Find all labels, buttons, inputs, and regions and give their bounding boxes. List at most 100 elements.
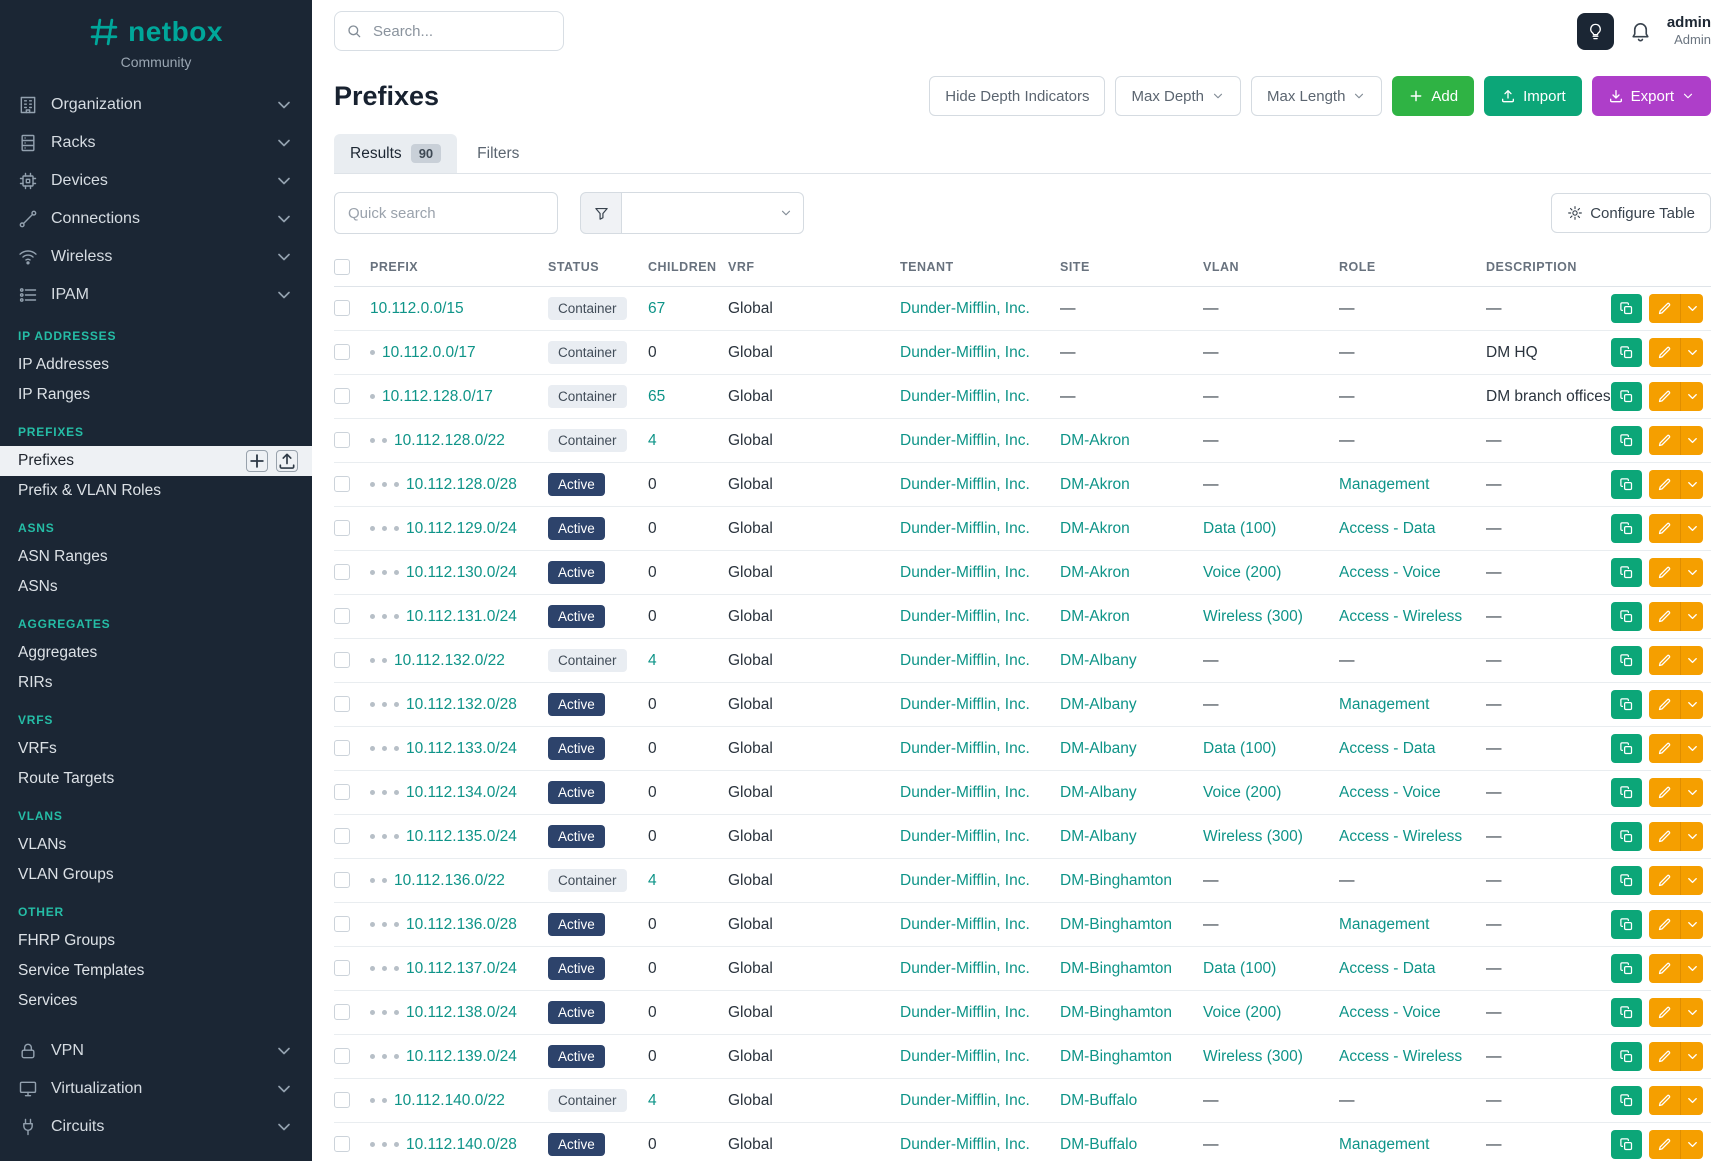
copy-button[interactable]: [1611, 778, 1642, 807]
prefix-link[interactable]: 10.112.130.0/24: [406, 564, 517, 581]
site-link[interactable]: DM-Buffalo: [1060, 1092, 1137, 1109]
site-link[interactable]: DM-Akron: [1060, 432, 1130, 449]
role-link[interactable]: Management: [1339, 476, 1429, 493]
global-search-input[interactable]: [334, 11, 564, 51]
import-button[interactable]: Import: [1484, 76, 1582, 116]
sidebar-item-prefixes[interactable]: Prefixes: [0, 446, 312, 476]
site-link[interactable]: DM-Albany: [1060, 740, 1137, 757]
edit-dropdown-button[interactable]: [1680, 1130, 1703, 1159]
role-link[interactable]: Access - Data: [1339, 960, 1435, 977]
site-link[interactable]: DM-Binghamton: [1060, 916, 1172, 933]
tenant-link[interactable]: Dunder-Mifflin, Inc.: [900, 1004, 1030, 1021]
edit-button[interactable]: [1649, 602, 1680, 631]
sidebar-item-vlans[interactable]: VLANs: [0, 830, 312, 860]
edit-button[interactable]: [1649, 954, 1680, 983]
children-count-link[interactable]: 67: [648, 300, 665, 317]
row-checkbox[interactable]: [334, 608, 350, 624]
row-checkbox[interactable]: [334, 564, 350, 580]
prefix-link[interactable]: 10.112.138.0/24: [406, 1004, 517, 1021]
edit-dropdown-button[interactable]: [1680, 514, 1703, 543]
sidebar-group-wireless[interactable]: Wireless: [0, 238, 312, 276]
edit-dropdown-button[interactable]: [1680, 778, 1703, 807]
row-checkbox[interactable]: [334, 1004, 350, 1020]
saved-filter-select[interactable]: [622, 192, 804, 234]
row-checkbox[interactable]: [334, 960, 350, 976]
tenant-link[interactable]: Dunder-Mifflin, Inc.: [900, 1048, 1030, 1065]
row-checkbox[interactable]: [334, 1136, 350, 1152]
sidebar-group-circuits[interactable]: Circuits: [0, 1108, 312, 1146]
vlan-link[interactable]: Voice (200): [1203, 784, 1281, 801]
sidebar-item-aggregates[interactable]: Aggregates: [0, 638, 312, 668]
tenant-link[interactable]: Dunder-Mifflin, Inc.: [900, 1136, 1030, 1153]
tenant-link[interactable]: Dunder-Mifflin, Inc.: [900, 740, 1030, 757]
prefix-link[interactable]: 10.112.140.0/28: [406, 1136, 517, 1153]
select-all-checkbox[interactable]: [334, 259, 350, 275]
edit-dropdown-button[interactable]: [1680, 426, 1703, 455]
edit-button[interactable]: [1649, 734, 1680, 763]
row-checkbox[interactable]: [334, 388, 350, 404]
role-link[interactable]: Management: [1339, 696, 1429, 713]
column-header-vlan[interactable]: VLAN: [1203, 248, 1339, 287]
tenant-link[interactable]: Dunder-Mifflin, Inc.: [900, 520, 1030, 537]
prefix-link[interactable]: 10.112.139.0/24: [406, 1048, 517, 1065]
copy-button[interactable]: [1611, 294, 1642, 323]
site-link[interactable]: DM-Akron: [1060, 608, 1130, 625]
prefix-link[interactable]: 10.112.131.0/24: [406, 608, 517, 625]
tenant-link[interactable]: Dunder-Mifflin, Inc.: [900, 432, 1030, 449]
edit-button[interactable]: [1649, 690, 1680, 719]
user-menu[interactable]: admin Admin: [1667, 14, 1711, 48]
quick-add-button[interactable]: [246, 450, 268, 472]
tenant-link[interactable]: Dunder-Mifflin, Inc.: [900, 960, 1030, 977]
site-link[interactable]: DM-Binghamton: [1060, 1004, 1172, 1021]
sidebar-group-devices[interactable]: Devices: [0, 162, 312, 200]
copy-button[interactable]: [1611, 998, 1642, 1027]
max-length-dropdown[interactable]: Max Length: [1251, 76, 1382, 116]
row-checkbox[interactable]: [334, 696, 350, 712]
tenant-link[interactable]: Dunder-Mifflin, Inc.: [900, 300, 1030, 317]
edit-dropdown-button[interactable]: [1680, 646, 1703, 675]
edit-button[interactable]: [1649, 1086, 1680, 1115]
copy-button[interactable]: [1611, 382, 1642, 411]
children-count-link[interactable]: 4: [648, 872, 657, 889]
sidebar-item-vlan-groups[interactable]: VLAN Groups: [0, 860, 312, 890]
tenant-link[interactable]: Dunder-Mifflin, Inc.: [900, 784, 1030, 801]
edit-dropdown-button[interactable]: [1680, 1042, 1703, 1071]
edit-dropdown-button[interactable]: [1680, 954, 1703, 983]
edit-button[interactable]: [1649, 558, 1680, 587]
site-link[interactable]: DM-Albany: [1060, 696, 1137, 713]
column-header-children[interactable]: CHILDREN: [648, 248, 728, 287]
quick-import-button[interactable]: [276, 450, 298, 472]
edit-button[interactable]: [1649, 1042, 1680, 1071]
add-button[interactable]: Add: [1392, 76, 1474, 116]
vlan-link[interactable]: Voice (200): [1203, 564, 1281, 581]
children-count-link[interactable]: 4: [648, 432, 657, 449]
prefix-link[interactable]: 10.112.128.0/17: [382, 388, 493, 405]
sidebar-group-organization[interactable]: Organization: [0, 86, 312, 124]
row-checkbox[interactable]: [334, 300, 350, 316]
edit-button[interactable]: [1649, 910, 1680, 939]
row-checkbox[interactable]: [334, 916, 350, 932]
sidebar-item-prefix-vlan-roles[interactable]: Prefix & VLAN Roles: [0, 476, 312, 506]
row-checkbox[interactable]: [334, 828, 350, 844]
role-link[interactable]: Access - Voice: [1339, 784, 1441, 801]
edit-button[interactable]: [1649, 426, 1680, 455]
tenant-link[interactable]: Dunder-Mifflin, Inc.: [900, 388, 1030, 405]
copy-button[interactable]: [1611, 470, 1642, 499]
row-checkbox[interactable]: [334, 520, 350, 536]
column-header-vrf[interactable]: VRF: [728, 248, 900, 287]
edit-dropdown-button[interactable]: [1680, 822, 1703, 851]
site-link[interactable]: DM-Binghamton: [1060, 872, 1172, 889]
tenant-link[interactable]: Dunder-Mifflin, Inc.: [900, 652, 1030, 669]
edit-button[interactable]: [1649, 822, 1680, 851]
column-header-role[interactable]: ROLE: [1339, 248, 1486, 287]
column-header-status[interactable]: STATUS: [548, 248, 648, 287]
tenant-link[interactable]: Dunder-Mifflin, Inc.: [900, 696, 1030, 713]
export-button[interactable]: Export: [1592, 76, 1711, 116]
tenant-link[interactable]: Dunder-Mifflin, Inc.: [900, 476, 1030, 493]
edit-button[interactable]: [1649, 866, 1680, 895]
sidebar-item-asn-ranges[interactable]: ASN Ranges: [0, 542, 312, 572]
configure-table-button[interactable]: Configure Table: [1551, 193, 1711, 233]
copy-button[interactable]: [1611, 558, 1642, 587]
notifications-button[interactable]: [1629, 20, 1652, 43]
prefix-link[interactable]: 10.112.132.0/22: [394, 652, 505, 669]
